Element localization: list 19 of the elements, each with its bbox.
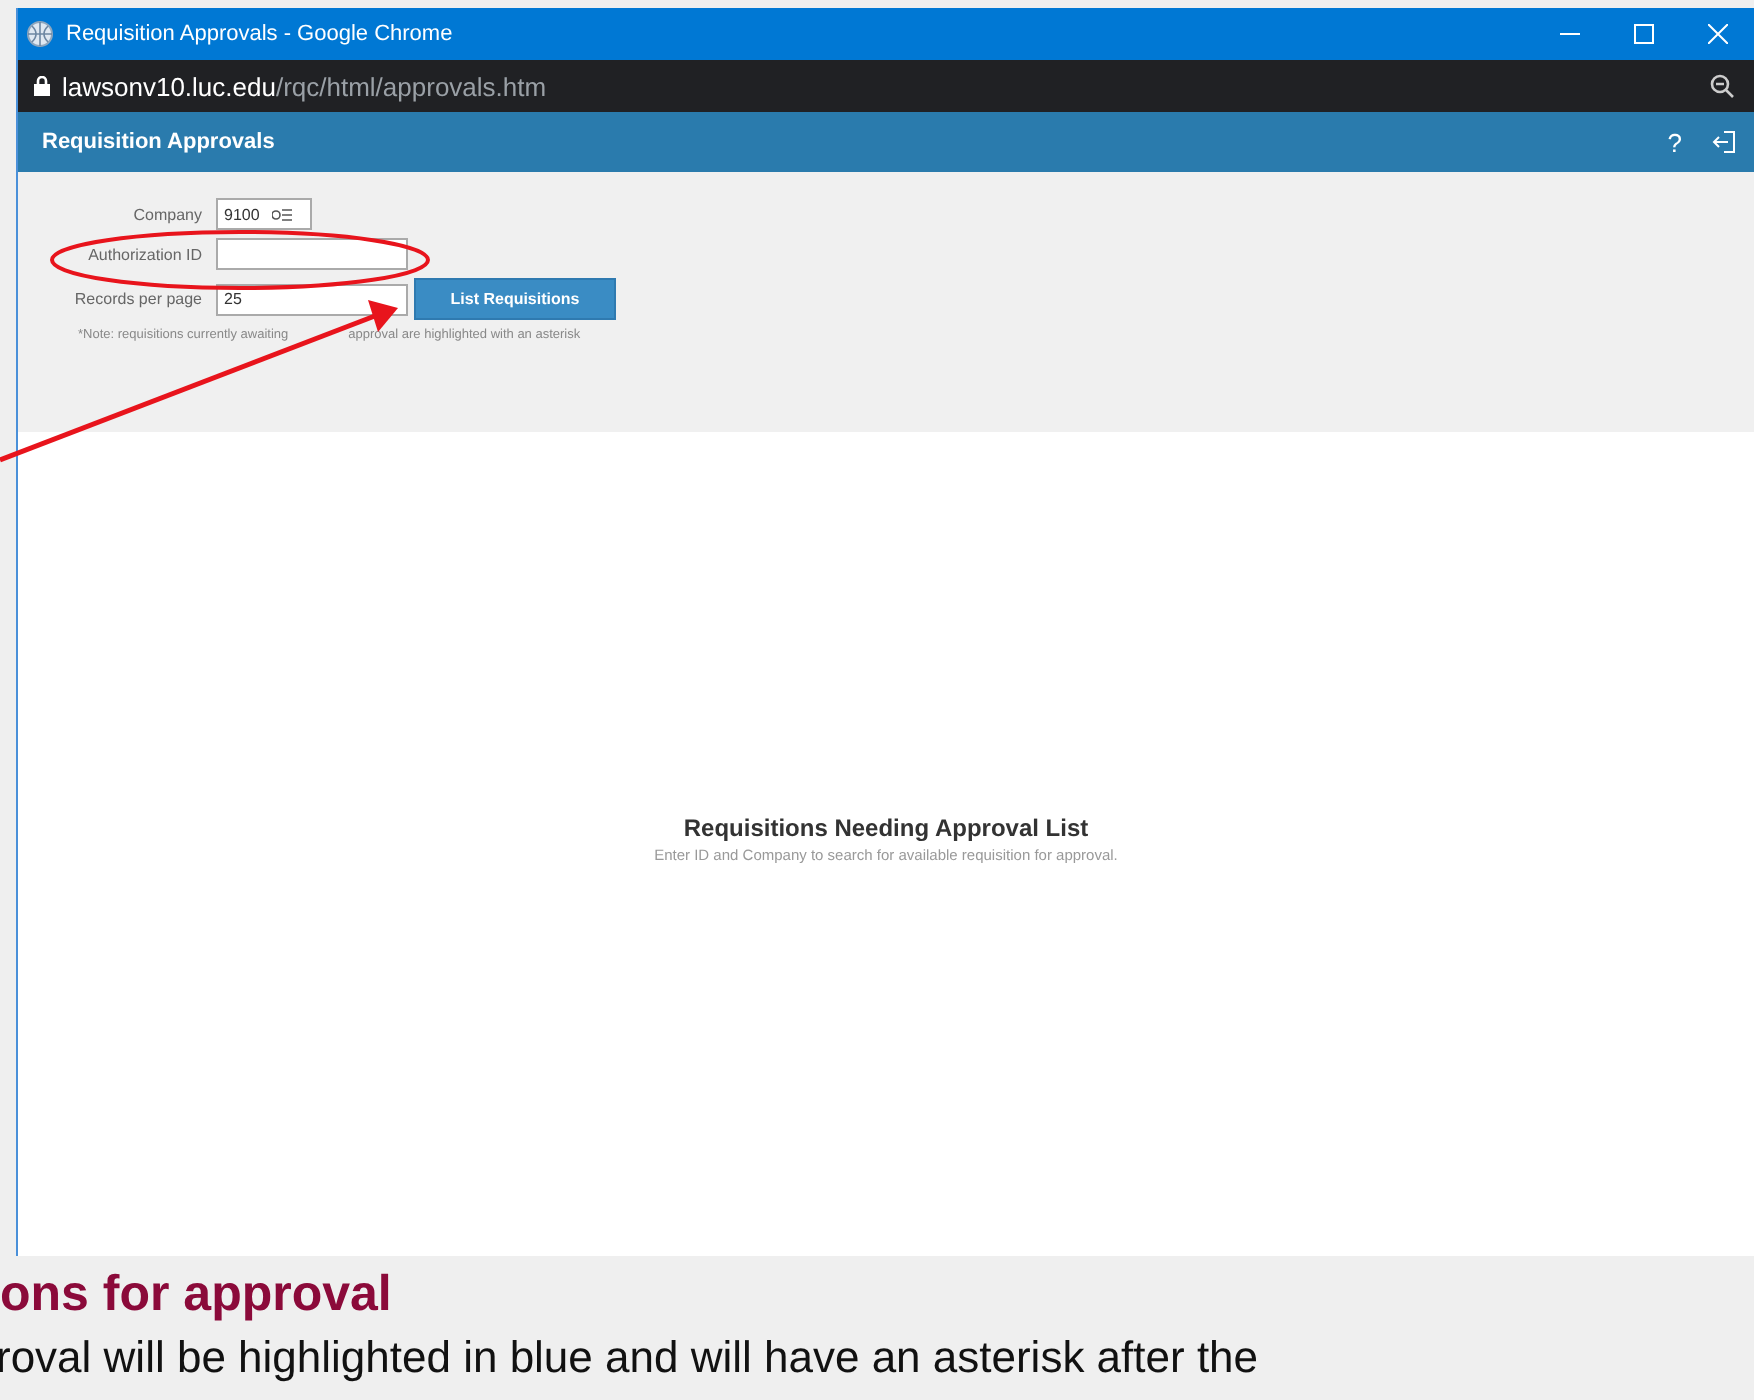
field-label: Company	[131, 205, 202, 223]
help-link[interactable]: ?	[1667, 127, 1682, 157]
address-field[interactable]: lawsonv10.luc.edu/rqc/html/approvals.htm	[62, 71, 547, 101]
list-icon[interactable]	[271, 207, 292, 221]
document-heading: ons for approval	[0, 1264, 394, 1326]
maximize-icon	[1633, 24, 1653, 44]
lock-icon	[34, 76, 50, 96]
logout-icon[interactable]	[1712, 130, 1736, 154]
zoom-icon[interactable]	[1710, 74, 1734, 98]
globe-icon	[26, 20, 54, 48]
input-field[interactable]	[216, 238, 408, 270]
field-label: Records per page	[72, 290, 202, 308]
list-requisitions-button[interactable]: List Requisitions	[414, 278, 616, 320]
empty-state-title: Requisitions Needing Approval List	[683, 814, 1089, 842]
app-title: Requisition Approvals	[42, 130, 277, 154]
window-title: Requisition Approvals - Google Chrome	[64, 22, 455, 46]
field-label: Authorization ID	[86, 245, 202, 263]
close-icon	[1707, 24, 1727, 44]
company-field[interactable]: 9100	[216, 198, 312, 230]
